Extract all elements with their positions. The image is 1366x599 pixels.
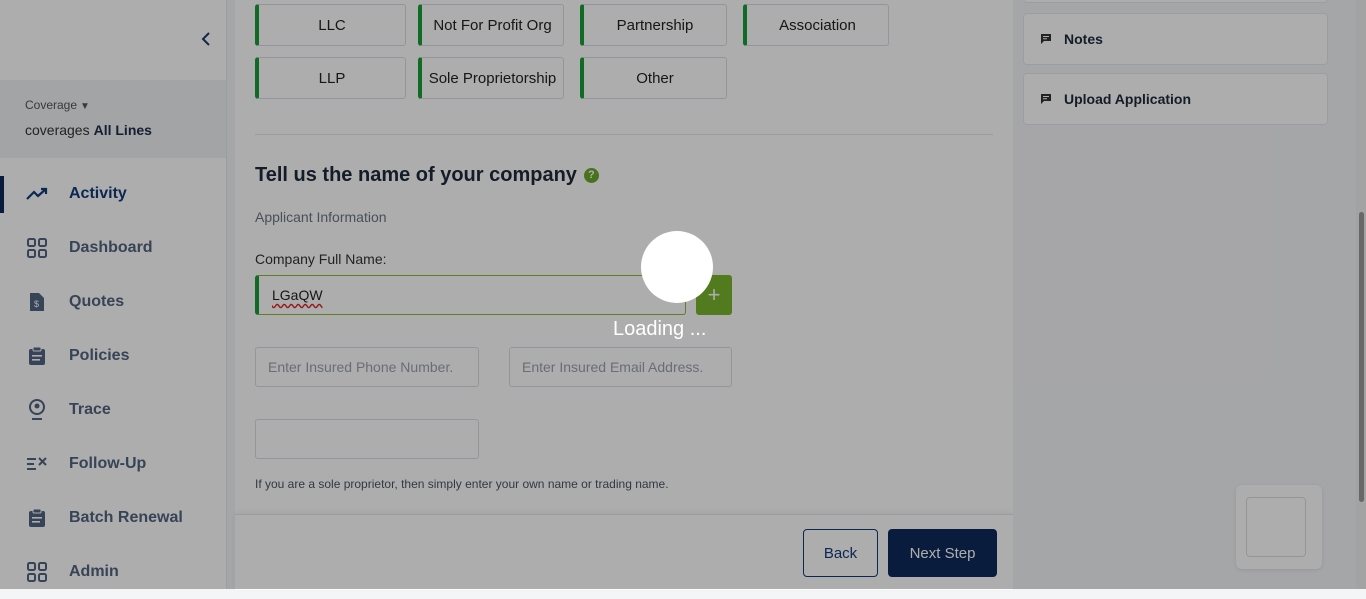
loading-spinner xyxy=(641,231,713,303)
loading-text: Loading ... xyxy=(613,318,707,340)
loading-overlay: Loading ... xyxy=(0,0,1366,589)
